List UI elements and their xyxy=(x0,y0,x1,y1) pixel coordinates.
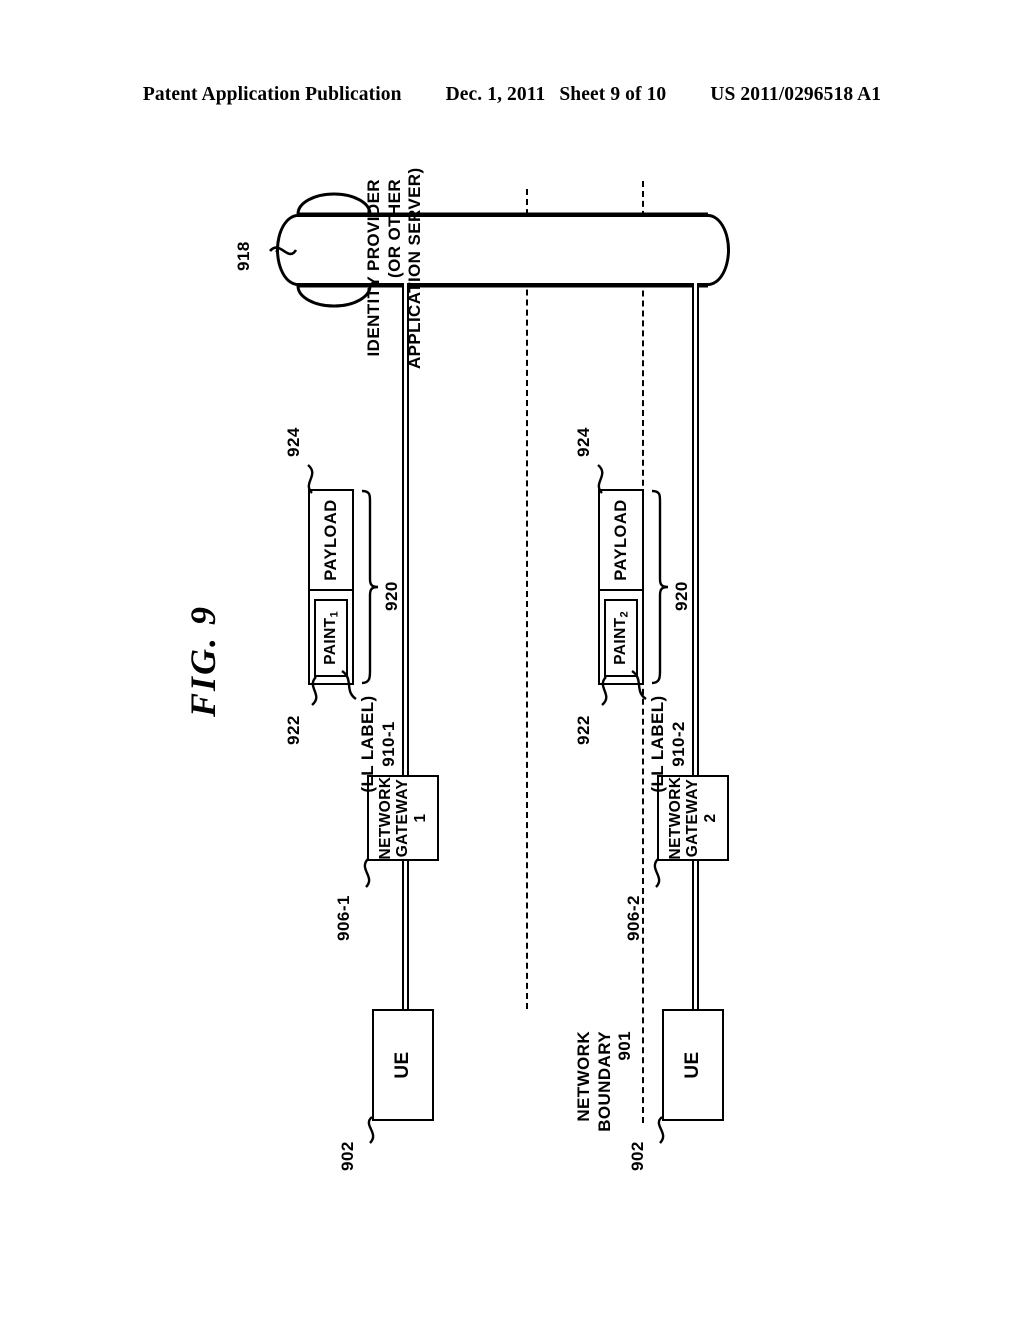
branch2-pipe-gateway-server xyxy=(692,283,699,777)
server-caption: IDENTITY PROVIDER (OR OTHER APPLICATION … xyxy=(364,167,426,369)
network-boundary-caption: NETWORK BOUNDARY 901 xyxy=(574,1031,636,1151)
network-boundary-label-2: BOUNDARY xyxy=(594,1031,614,1132)
figure-title: FIG. 9 xyxy=(183,604,223,717)
branch2-packet-header-field: PAINT2 xyxy=(604,599,638,677)
branch1-pipe-gateway-server xyxy=(402,283,409,777)
branch2-gateway-ref-906-2: 906-2 xyxy=(624,895,643,941)
branch1-packet-header-field: PAINT1 xyxy=(314,599,348,677)
branch1-gateway-label-2: GATEWAY 1 xyxy=(394,778,429,858)
branch2-ue-box[interactable]: UE xyxy=(662,1009,724,1121)
branch1-ue-label: UE xyxy=(392,1051,414,1079)
branch2-gateway-label-2: GATEWAY 2 xyxy=(684,778,719,858)
branch2-pipe-ue-gateway xyxy=(692,859,699,1011)
branch2-packet-divider xyxy=(600,589,642,591)
branch1-ll-label-1: (LL LABEL) xyxy=(358,695,377,793)
branch1-packet-header-label: PAINT1 xyxy=(321,611,340,665)
branch-separator-line xyxy=(526,189,528,1009)
branch2-packet-header-label: PAINT2 xyxy=(611,611,630,665)
branch2-packet-payload-label: PAYLOAD xyxy=(611,499,630,581)
figure-canvas: FIG. 9 NETWORK BOUNDARY 901 918 IDENTITY… xyxy=(176,159,876,1171)
server-ref-918: 918 xyxy=(234,241,253,271)
branch1-ll-label-caption: (LL LABEL) 910-1 xyxy=(358,691,399,797)
branch1-packet-payload-label: PAYLOAD xyxy=(321,499,340,581)
branch2-packet-ref-920: 920 xyxy=(672,581,691,611)
server-label-1: IDENTITY PROVIDER xyxy=(364,179,383,357)
branch2-payload-ref-924: 924 xyxy=(574,427,593,457)
branch1-packet-ref-920: 920 xyxy=(382,581,401,611)
figure-9: FIG. 9 NETWORK BOUNDARY 901 918 IDENTITY… xyxy=(0,0,1024,1320)
branch2-header-ref-922: 922 xyxy=(574,715,593,745)
branch1-ue-box[interactable]: UE xyxy=(372,1009,434,1121)
server-cylinder-edges xyxy=(298,214,708,286)
branch1-packet-divider xyxy=(310,589,352,591)
network-boundary-label-1: NETWORK xyxy=(574,1031,593,1122)
branch2-ll-label-caption: (LL LABEL) 910-2 xyxy=(648,691,689,797)
branch2-ll-label-1: (LL LABEL) xyxy=(648,695,667,793)
branch1-gateway-ref-906-1: 906-1 xyxy=(334,895,353,941)
branch1-ll-label-2: 910-1 xyxy=(378,721,398,767)
branch1-ue-ref-902: 902 xyxy=(338,1141,357,1171)
branch2-ue-label: UE xyxy=(682,1051,704,1079)
branch2-ll-label-2: 910-2 xyxy=(668,721,688,767)
branch2-ue-ref-902: 902 xyxy=(628,1141,647,1171)
branch1-packet-payload-field: PAYLOAD xyxy=(310,491,352,589)
branch1-payload-ref-924: 924 xyxy=(284,427,303,457)
branch2-packet-payload-field: PAYLOAD xyxy=(600,491,642,589)
network-boundary-ref: 901 xyxy=(615,1031,635,1061)
branch1-pipe-ue-gateway xyxy=(402,859,409,1011)
branch1-header-ref-922: 922 xyxy=(284,715,303,745)
